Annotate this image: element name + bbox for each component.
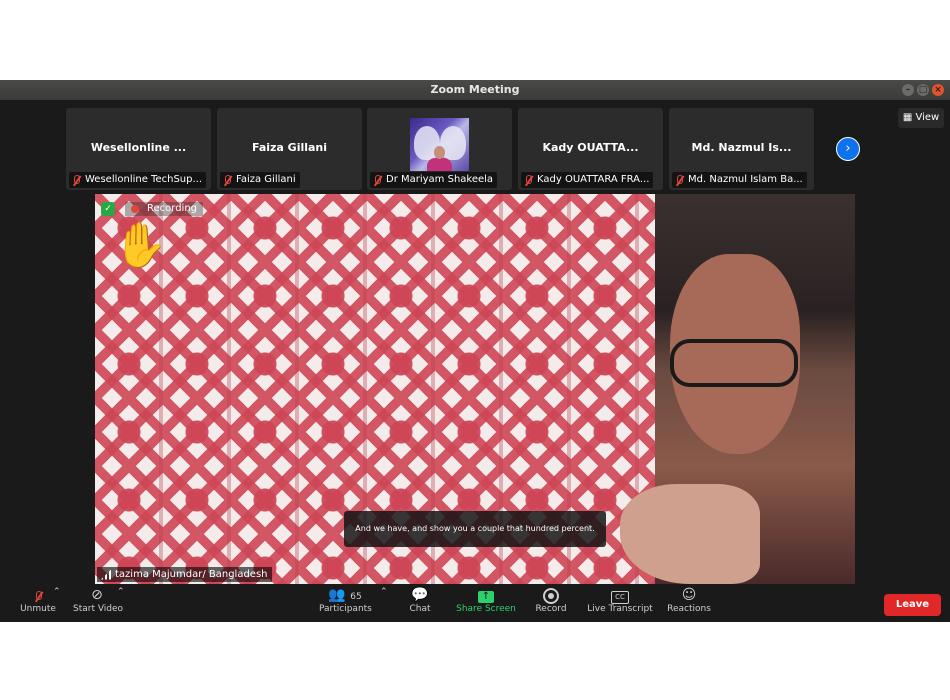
participant-caption: Kady OUATTARA FRA... xyxy=(521,172,654,188)
record-button[interactable]: Record xyxy=(535,587,567,614)
speaker-name: tazima Majumdar/ Bangladesh xyxy=(115,569,268,580)
caption-subtitle: And we have, and show you a couple that … xyxy=(344,511,606,547)
record-label: Record xyxy=(535,604,567,614)
closed-captions-icon: CC xyxy=(587,587,653,604)
caption-text: Md. Nazmul Islam Ba... xyxy=(688,174,803,185)
recording-dot-icon xyxy=(131,205,139,213)
unmute-button[interactable]: Unmute xyxy=(20,587,56,614)
minimize-icon[interactable]: – xyxy=(902,84,914,96)
speaker-hand xyxy=(620,484,760,584)
participants-label: Participants xyxy=(319,604,372,614)
participant-name: Md. Nazmul Is... xyxy=(691,141,792,154)
participant-caption: Dr Mariyam Shakeela xyxy=(370,172,498,188)
participants-icon: 👥 xyxy=(328,587,346,603)
share-screen-icon: ↑ xyxy=(456,587,516,604)
video-options-caret-icon[interactable]: ⌃ xyxy=(117,587,125,597)
mic-muted-icon xyxy=(372,174,382,186)
security-shield-icon[interactable]: ✓ xyxy=(101,202,115,216)
reactions-icon: ☺ xyxy=(681,587,697,603)
mic-muted-icon xyxy=(20,587,56,604)
start-video-button[interactable]: ⊘ Start Video xyxy=(73,587,124,614)
maximize-icon[interactable]: □ xyxy=(917,84,929,96)
close-icon[interactable]: × xyxy=(932,84,944,96)
participants-count: 65 xyxy=(350,592,362,602)
speaker-name-label: tazima Majumdar/ Bangladesh xyxy=(97,567,272,582)
window-controls: – □ × xyxy=(902,84,944,96)
window-title: Zoom Meeting xyxy=(430,83,520,96)
caption-text: Dr Mariyam Shakeela xyxy=(386,174,494,185)
view-button[interactable]: ▦ View xyxy=(898,108,944,128)
participant-caption: Md. Nazmul Islam Ba... xyxy=(672,172,807,188)
view-label: View xyxy=(915,112,940,123)
participant-strip: Wesellonline ... Wesellonline TechSup...… xyxy=(0,108,950,190)
chat-label: Chat xyxy=(409,604,431,614)
caption-text: Wesellonline TechSup... xyxy=(85,174,203,185)
participant-name: Faiza Gillani xyxy=(251,141,328,154)
zoom-window: Zoom Meeting – □ × Wesellonline ... Wese… xyxy=(0,80,950,622)
participants-icon-row: 👥 65 xyxy=(319,587,371,604)
caption-text: Faiza Gillani xyxy=(236,174,296,185)
main-video: ✓ Recording ✋ And we have, and show you … xyxy=(95,194,855,584)
chevron-right-icon: › xyxy=(845,141,851,156)
mic-muted-icon xyxy=(674,174,684,186)
reactions-label: Reactions xyxy=(667,604,711,614)
recording-indicator[interactable]: Recording xyxy=(125,202,204,216)
live-transcript-button[interactable]: CC Live Transcript xyxy=(587,587,653,614)
photo-body xyxy=(427,158,452,171)
participant-name: Kady OUATTA... xyxy=(542,141,639,154)
photo-face xyxy=(434,146,445,159)
share-screen-label: Share Screen xyxy=(456,604,516,614)
start-video-label: Start Video xyxy=(73,604,124,614)
participant-caption: Wesellonline TechSup... xyxy=(69,172,207,188)
participant-tile[interactable]: Wesellonline ... Wesellonline TechSup... xyxy=(66,108,211,190)
participant-photo xyxy=(410,118,469,171)
record-icon xyxy=(535,587,567,604)
reactions-button[interactable]: ☺ Reactions xyxy=(667,587,711,614)
participant-name: Wesellonline ... xyxy=(90,141,187,154)
next-page-button[interactable]: › xyxy=(836,137,860,161)
caption-text: Kady OUATTARA FRA... xyxy=(537,174,650,185)
title-bar: Zoom Meeting – □ × xyxy=(0,80,950,100)
grid-icon: ▦ xyxy=(902,112,913,123)
chat-button[interactable]: 💬 Chat xyxy=(408,587,432,614)
participants-button[interactable]: 👥 65 Participants xyxy=(319,587,372,614)
audio-options-caret-icon[interactable]: ⌃ xyxy=(53,587,61,597)
leave-button[interactable]: Leave xyxy=(884,594,941,616)
participants-options-caret-icon[interactable]: ⌃ xyxy=(380,587,388,597)
meeting-toolbar: Unmute ⌃ ⊘ Start Video ⌃ 👥 65 Participan… xyxy=(0,584,950,622)
participant-tile[interactable]: Kady OUATTA... Kady OUATTARA FRA... xyxy=(518,108,663,190)
mic-muted-icon xyxy=(222,174,232,186)
mic-muted-icon xyxy=(71,174,81,186)
share-screen-button[interactable]: ↑ Share Screen xyxy=(456,587,516,614)
participant-tile[interactable]: Md. Nazmul Is... Md. Nazmul Islam Ba... xyxy=(669,108,814,190)
raised-hand-icon: ✋ xyxy=(113,220,168,271)
unmute-label: Unmute xyxy=(20,604,56,614)
participant-tile[interactable]: Dr Mariyam Shakeela xyxy=(367,108,512,190)
signal-strength-icon xyxy=(101,569,111,580)
live-transcript-label: Live Transcript xyxy=(587,604,653,614)
speaker-glasses xyxy=(670,339,798,387)
chat-icon: 💬 xyxy=(411,587,429,603)
recording-label: Recording xyxy=(147,203,198,214)
mic-muted-icon xyxy=(523,174,533,186)
video-off-icon: ⊘ xyxy=(91,587,103,603)
participant-tile[interactable]: Faiza Gillani Faiza Gillani xyxy=(217,108,362,190)
participant-caption: Faiza Gillani xyxy=(220,172,300,188)
